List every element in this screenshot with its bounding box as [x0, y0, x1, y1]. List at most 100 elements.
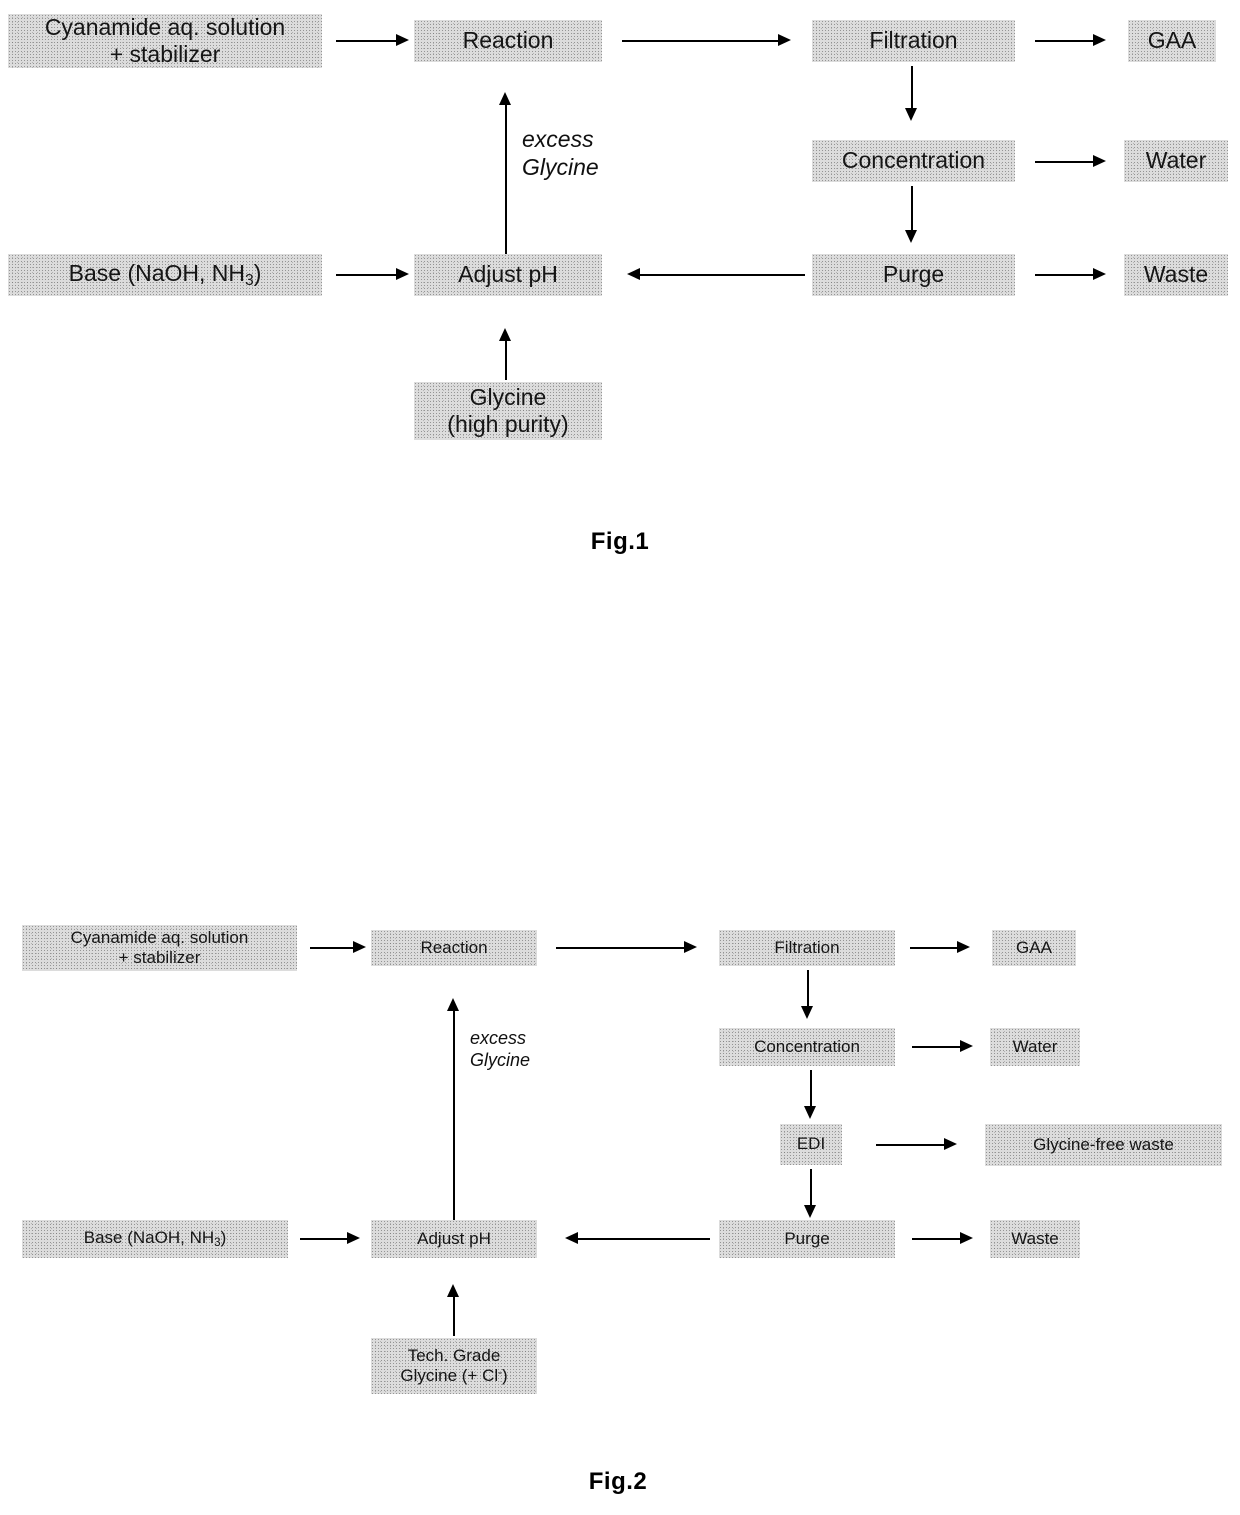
figure-1-caption: Fig.1: [560, 528, 680, 556]
node-cyanamide-solution-fig2: Cyanamide aq. solution + stabilizer: [22, 925, 297, 971]
node-gaa-fig2: GAA: [992, 930, 1076, 966]
node-cyanamide-solution-fig1: Cyanamide aq. solution + stabilizer: [8, 14, 322, 68]
connector-edi-to-purge: [810, 1169, 812, 1209]
node-filtration-fig1: Filtration: [812, 20, 1015, 62]
connector-base-to-adjust-ph: [336, 274, 398, 276]
arrowhead-cyanamide-to-reaction: [396, 34, 409, 46]
connector-cyanamide-to-reaction-fig2: [310, 947, 356, 949]
node-label: Cyanamide aq. solution + stabilizer: [44, 13, 286, 67]
connector-filtration-to-gaa: [1035, 40, 1097, 42]
annotation-excess-glycine-fig2: excess Glycine: [470, 1028, 530, 1071]
connector-concentration-to-water-fig2: [912, 1046, 964, 1048]
node-base-fig2: Base (NaOH, NH3): [22, 1220, 288, 1258]
arrowhead-reaction-to-filtration-fig2: [684, 941, 697, 953]
connector-filtration-to-gaa-fig2: [910, 947, 960, 949]
annotation-text: excess Glycine: [470, 1028, 531, 1070]
annotation-text: excess Glycine: [522, 126, 599, 180]
connector-filtration-to-concentration-fig2: [807, 970, 809, 1010]
node-glycine-high-purity-fig1: Glycine (high purity): [414, 382, 602, 440]
arrowhead-concentration-to-water-fig2: [960, 1040, 973, 1052]
node-label: Water: [1012, 1036, 1058, 1056]
node-gaa-fig1: GAA: [1128, 20, 1216, 62]
node-label: GAA: [1147, 27, 1197, 54]
node-label: Concentration: [841, 147, 986, 174]
connector-filtration-to-concentration: [911, 66, 913, 112]
node-label: Base (NaOH, NH3): [68, 259, 262, 289]
caption-text: Fig.1: [590, 528, 650, 555]
arrowhead-cyanamide-to-reaction-fig2: [353, 941, 366, 953]
figure-2-caption: Fig.2: [558, 1468, 678, 1496]
connector-purge-to-adjust-ph-fig2: [578, 1238, 710, 1240]
node-label: Concentration: [754, 1036, 860, 1056]
arrowhead-edi-to-glycine-free-waste: [944, 1138, 957, 1150]
node-label: Filtration: [869, 27, 958, 54]
arrowhead-filtration-to-concentration-fig2: [801, 1006, 813, 1019]
connector-adjust-ph-to-reaction-fig2: [453, 1008, 455, 1220]
arrowhead-concentration-to-edi: [804, 1106, 816, 1119]
arrowhead-purge-to-waste: [1093, 268, 1106, 280]
node-label: Purge: [882, 261, 945, 288]
node-label: Cyanamide aq. solution + stabilizer: [70, 927, 249, 967]
connector-concentration-to-edi: [810, 1070, 812, 1110]
connector-base-to-adjust-ph-fig2: [300, 1238, 350, 1240]
connector-concentration-to-water: [1035, 161, 1097, 163]
node-label: Reaction: [462, 27, 554, 54]
arrowhead-concentration-to-water: [1093, 155, 1106, 167]
node-label: Glycine-free waste: [1033, 1134, 1174, 1154]
connector-glycine-to-adjust-ph-fig2: [453, 1296, 455, 1336]
arrowhead-glycine-to-adjust-ph-fig2: [447, 1284, 459, 1297]
arrowhead-adjust-ph-to-reaction-fig2: [447, 998, 459, 1011]
node-label: Water: [1145, 147, 1207, 174]
arrowhead-concentration-to-purge: [905, 230, 917, 243]
arrowhead-glycine-to-adjust-ph: [499, 328, 511, 341]
node-tech-grade-glycine-fig2: Tech. Grade Glycine (+ Cl-): [371, 1338, 537, 1394]
connector-reaction-to-filtration-fig2: [556, 947, 688, 949]
arrowhead-purge-to-adjust-ph: [627, 268, 640, 280]
connector-glycine-to-adjust-ph: [505, 340, 507, 380]
node-label: Purge: [784, 1228, 830, 1248]
arrowhead-filtration-to-gaa: [1093, 34, 1106, 46]
connector-concentration-to-purge: [911, 186, 913, 234]
node-label: Waste: [1011, 1228, 1059, 1248]
connector-purge-to-waste-fig2: [912, 1238, 964, 1240]
node-label: Waste: [1143, 261, 1209, 288]
node-label: Reaction: [420, 937, 488, 957]
node-adjust-ph-fig2: Adjust pH: [371, 1220, 537, 1258]
connector-purge-to-adjust-ph: [640, 274, 805, 276]
arrowhead-purge-to-waste-fig2: [960, 1232, 973, 1244]
arrowhead-filtration-to-concentration: [905, 108, 917, 121]
caption-text: Fig.2: [588, 1468, 648, 1495]
arrowhead-base-to-adjust-ph-fig2: [347, 1232, 360, 1244]
node-purge-fig1: Purge: [812, 254, 1015, 296]
connector-edi-to-glycine-free-waste: [876, 1144, 948, 1146]
node-label: Filtration: [774, 937, 840, 957]
arrowhead-base-to-adjust-ph: [396, 268, 409, 280]
node-adjust-ph-fig1: Adjust pH: [414, 254, 602, 296]
node-concentration-fig2: Concentration: [719, 1028, 895, 1066]
node-label: GAA: [1016, 937, 1052, 957]
connector-reaction-to-filtration: [622, 40, 782, 42]
arrowhead-edi-to-purge: [804, 1205, 816, 1218]
node-label: Adjust pH: [417, 1228, 491, 1248]
node-water-fig2: Water: [990, 1028, 1080, 1066]
node-glycine-free-waste-fig2: Glycine-free waste: [985, 1124, 1222, 1166]
connector-purge-to-waste: [1035, 274, 1097, 276]
connector-cyanamide-to-reaction: [336, 40, 398, 42]
connector-adjust-ph-to-reaction: [505, 102, 507, 254]
node-edi-fig2: EDI: [780, 1124, 842, 1165]
arrowhead-adjust-ph-to-reaction: [499, 92, 511, 105]
node-label: Tech. Grade Glycine (+ Cl-): [400, 1345, 508, 1385]
arrowhead-filtration-to-gaa-fig2: [957, 941, 970, 953]
node-label: Adjust pH: [458, 261, 558, 288]
node-purge-fig2: Purge: [719, 1220, 895, 1258]
node-waste-fig1: Waste: [1124, 254, 1228, 296]
node-label: Base (NaOH, NH3): [83, 1227, 227, 1249]
node-concentration-fig1: Concentration: [812, 140, 1015, 182]
annotation-excess-glycine-fig1: excess Glycine: [522, 126, 599, 181]
arrowhead-purge-to-adjust-ph-fig2: [565, 1232, 578, 1244]
arrowhead-reaction-to-filtration: [778, 34, 791, 46]
node-base-fig1: Base (NaOH, NH3): [8, 254, 322, 296]
node-label: Glycine (high purity): [447, 383, 569, 437]
node-reaction-fig1: Reaction: [414, 20, 602, 62]
node-water-fig1: Water: [1124, 140, 1228, 182]
